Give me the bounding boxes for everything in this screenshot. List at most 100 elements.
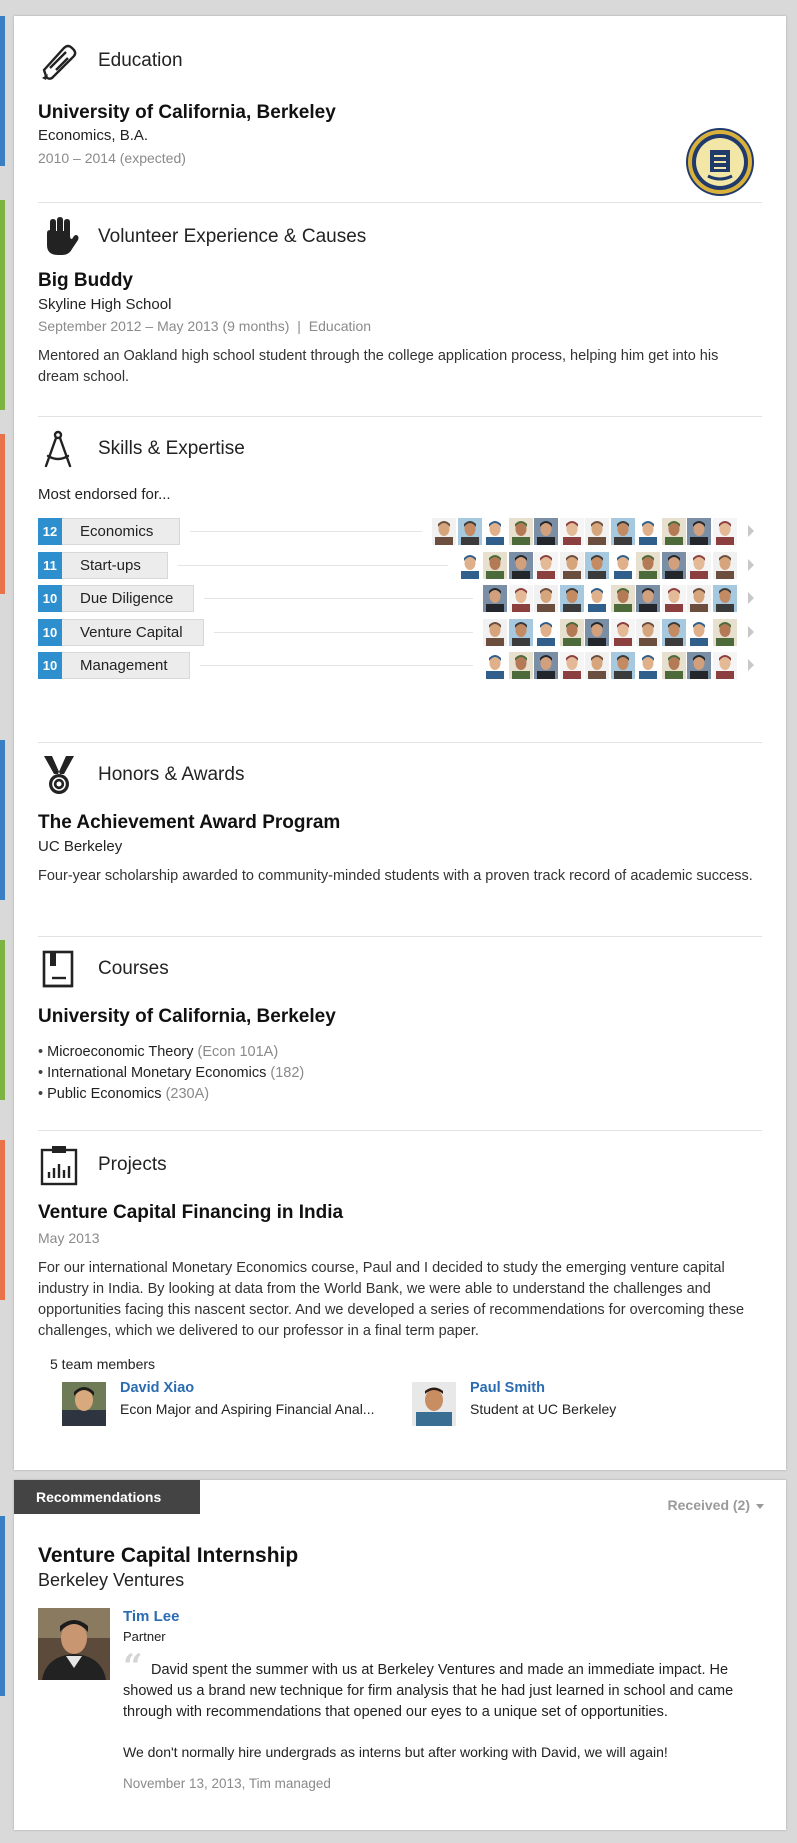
endorser-avatar[interactable] — [636, 618, 660, 646]
skill-row[interactable]: 10 Management — [38, 650, 762, 680]
endorser-avatar[interactable] — [483, 518, 507, 545]
skill-name[interactable]: Start-ups — [62, 551, 168, 579]
recommender-name[interactable]: Tim Lee — [123, 1608, 179, 1625]
skill-name[interactable]: Venture Capital — [62, 618, 204, 646]
skill-name[interactable]: Economics — [62, 518, 180, 545]
endorser-avatar[interactable] — [457, 551, 482, 579]
endorser-avatar[interactable] — [483, 618, 507, 646]
endorser-avatar[interactable] — [534, 585, 558, 612]
volunteer-cause: Education — [308, 318, 372, 334]
member-name[interactable]: Paul Smith — [470, 1380, 545, 1396]
endorser-avatar[interactable] — [534, 518, 558, 545]
school-name[interactable]: University of California, Berkeley — [38, 102, 336, 124]
endorser-avatar[interactable] — [661, 652, 686, 679]
endorser-avatar[interactable] — [585, 551, 609, 579]
endorser-avatar[interactable] — [508, 551, 533, 579]
recommendations-card: Recommendations Received (2) Venture Cap… — [14, 1480, 786, 1830]
endorser-avatar[interactable] — [508, 518, 533, 545]
endorser-avatar[interactable] — [585, 518, 609, 545]
chevron-right-icon[interactable] — [748, 625, 754, 638]
endorser-avatar[interactable] — [483, 652, 507, 679]
course-name: Microeconomic Theory — [47, 1044, 194, 1060]
endorser-avatar[interactable] — [687, 518, 711, 545]
endorser-avatar[interactable] — [559, 551, 584, 579]
endorser-avatar[interactable] — [508, 585, 533, 612]
endorser-avatar[interactable] — [585, 618, 609, 646]
endorser-avatar[interactable] — [712, 618, 737, 646]
team-member[interactable]: David Xiao Econ Major and Aspiring Finan… — [62, 1380, 402, 1430]
skill-divider-line — [190, 531, 422, 532]
endorser-avatar[interactable] — [610, 652, 635, 679]
accent-bar-blue-2 — [0, 740, 5, 900]
divider — [38, 742, 762, 743]
endorser-avatar[interactable] — [712, 585, 737, 612]
skill-row[interactable]: 10 Venture Capital — [38, 617, 762, 647]
skill-name[interactable]: Management — [62, 652, 190, 679]
received-filter-dropdown[interactable]: Received (2) — [668, 1497, 764, 1513]
endorser-avatar[interactable] — [687, 585, 711, 612]
chevron-right-icon[interactable] — [748, 659, 754, 671]
skill-name[interactable]: Due Diligence — [62, 585, 194, 612]
endorser-avatar[interactable] — [636, 518, 660, 545]
endorser-avatar[interactable] — [687, 551, 711, 579]
endorsement-count[interactable]: 10 — [38, 652, 62, 679]
avatar[interactable] — [412, 1382, 456, 1426]
endorser-avatar[interactable] — [661, 518, 686, 545]
endorser-avatar[interactable] — [559, 518, 584, 545]
endorser-avatar[interactable] — [610, 518, 635, 545]
endorser-avatar[interactable] — [585, 652, 609, 679]
chevron-right-icon[interactable] — [748, 558, 754, 571]
team-member[interactable]: Paul Smith Student at UC Berkeley — [412, 1380, 712, 1430]
endorser-avatar[interactable] — [712, 518, 737, 545]
recommendations-tab[interactable]: Recommendations — [14, 1480, 200, 1514]
endorser-avatar[interactable] — [712, 551, 737, 579]
recommender-avatar[interactable] — [38, 1608, 110, 1680]
endorsement-count[interactable]: 10 — [38, 618, 62, 646]
skill-row[interactable]: 10 Due Diligence — [38, 583, 762, 613]
endorser-avatar[interactable] — [534, 618, 558, 646]
endorsement-count[interactable]: 12 — [38, 518, 62, 545]
volunteer-organization[interactable]: Skyline High School — [38, 296, 171, 313]
endorser-avatar[interactable] — [610, 585, 635, 612]
recommender-title: Partner — [123, 1629, 166, 1644]
skills-list: 12 Economics 11 Start-ups 10 Due Diligence 10 V… — [38, 516, 762, 716]
avatar[interactable] — [62, 1382, 106, 1426]
endorsement-count[interactable]: 10 — [38, 585, 62, 612]
endorser-avatar[interactable] — [534, 551, 558, 579]
skill-row[interactable]: 12 Economics — [38, 516, 762, 546]
chevron-right-icon[interactable] — [748, 592, 754, 604]
endorser-avatar[interactable] — [661, 551, 686, 579]
endorser-avatar[interactable] — [636, 551, 660, 579]
accent-bar-green — [0, 200, 5, 410]
divider — [38, 202, 762, 203]
chevron-right-icon[interactable] — [748, 525, 754, 537]
endorser-avatar[interactable] — [661, 618, 686, 646]
chevron-down-icon — [756, 1503, 764, 1509]
endorser-avatar[interactable] — [483, 585, 507, 612]
accent-bar-green-2 — [0, 940, 5, 1100]
endorser-avatar[interactable] — [457, 518, 482, 545]
member-name[interactable]: David Xiao — [120, 1380, 194, 1396]
endorser-avatar[interactable] — [712, 652, 737, 679]
endorser-avatar[interactable] — [636, 585, 660, 612]
endorser-avatar[interactable] — [432, 518, 456, 545]
endorser-avatar[interactable] — [534, 652, 558, 679]
course-code: (230A) — [165, 1086, 210, 1102]
endorser-avatar[interactable] — [687, 618, 711, 646]
endorser-avatar[interactable] — [508, 652, 533, 679]
endorser-avatar[interactable] — [610, 618, 635, 646]
endorser-avatar[interactable] — [687, 652, 711, 679]
endorser-avatar[interactable] — [610, 551, 635, 579]
section-title: Courses — [98, 958, 169, 979]
endorser-avatar[interactable] — [661, 585, 686, 612]
endorser-avatar[interactable] — [585, 585, 609, 612]
endorser-avatar[interactable] — [508, 618, 533, 646]
endorser-avatar[interactable] — [483, 551, 507, 579]
endorser-avatar[interactable] — [559, 585, 584, 612]
endorsement-count[interactable]: 11 — [38, 551, 62, 579]
endorser-avatar[interactable] — [636, 652, 660, 679]
endorser-avatar[interactable] — [559, 618, 584, 646]
university-seal-logo[interactable] — [684, 126, 756, 198]
skill-row[interactable]: 11 Start-ups — [38, 550, 762, 580]
endorser-avatar[interactable] — [559, 652, 584, 679]
